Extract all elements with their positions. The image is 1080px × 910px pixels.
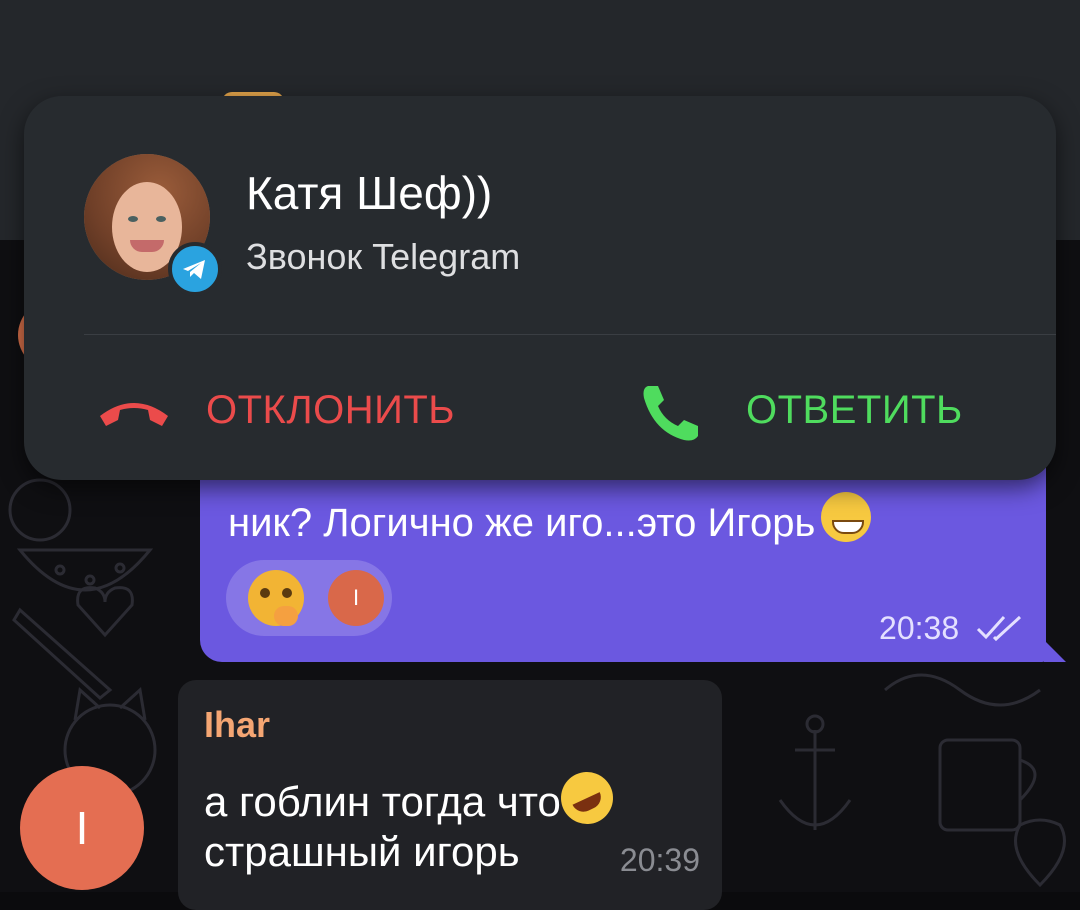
caller-name: Катя Шеф)) bbox=[246, 167, 493, 219]
phone-icon bbox=[643, 386, 698, 441]
sender-avatar[interactable]: I bbox=[20, 766, 144, 890]
message-text: ник? Логично же иго...это Игорь bbox=[228, 492, 872, 546]
reaction-button[interactable]: I bbox=[226, 560, 392, 636]
heart-doodle-icon bbox=[76, 586, 134, 638]
anchor-doodle-icon bbox=[778, 714, 852, 830]
message-time: 20:38 bbox=[879, 610, 960, 646]
call-type: Звонок Telegram bbox=[246, 236, 521, 277]
message-line: страшный игорь bbox=[204, 828, 520, 875]
grinning-face-icon bbox=[821, 492, 872, 542]
ring-doodle-icon bbox=[8, 478, 72, 542]
answer-button[interactable]: ОТВЕТИТЬ bbox=[634, 366, 1014, 456]
message-meta: 20:38 bbox=[879, 610, 1024, 647]
message-time: 20:39 bbox=[619, 842, 700, 878]
decline-button[interactable]: ОТКЛОНИТЬ bbox=[94, 366, 514, 456]
rolling-laughing-icon bbox=[552, 763, 622, 833]
reaction-user-avatar: I bbox=[328, 570, 384, 626]
incoming-message[interactable]: Ihar а гоблин тогда что страшный игорь 2… bbox=[178, 680, 722, 910]
sender-name[interactable]: Ihar bbox=[204, 704, 270, 746]
wave-doodle-icon bbox=[884, 673, 1041, 707]
divider bbox=[84, 334, 1056, 335]
telegram-icon bbox=[168, 242, 222, 296]
answer-label: ОТВЕТИТЬ bbox=[746, 388, 963, 432]
double-check-icon bbox=[976, 615, 1022, 642]
strawberry-doodle-icon bbox=[1014, 818, 1066, 888]
thinking-face-icon bbox=[248, 570, 304, 626]
message-line: а гоблин тогда что bbox=[204, 763, 622, 833]
decline-label: ОТКЛОНИТЬ bbox=[206, 388, 456, 432]
incoming-call-notification[interactable]: Катя Шеф)) Звонок Telegram ОТКЛОНИТЬ ОТВ… bbox=[24, 96, 1056, 480]
hang-up-icon bbox=[100, 403, 168, 426]
